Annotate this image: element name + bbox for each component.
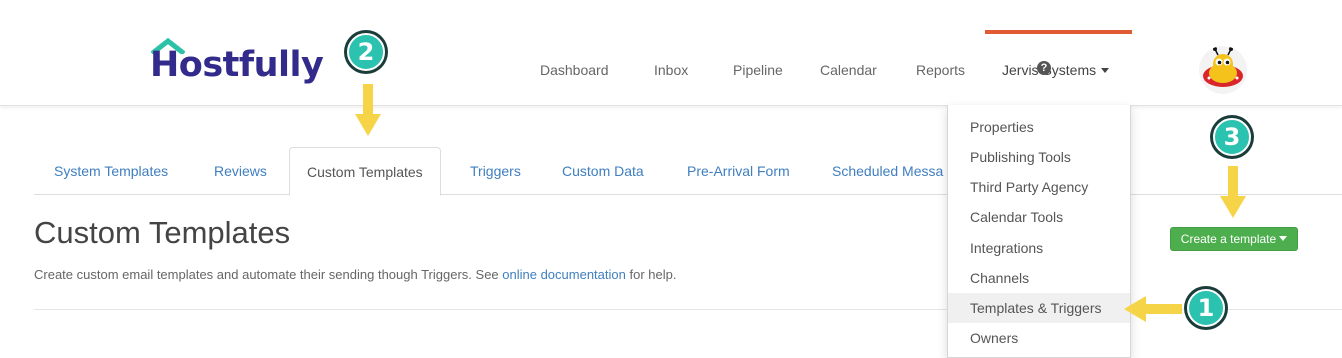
bee-avatar-icon: [1203, 47, 1243, 87]
menu-item-owners[interactable]: Owners: [948, 323, 1130, 353]
menu-item-publishing-tools[interactable]: Publishing Tools: [948, 142, 1130, 172]
nav-active-indicator: [985, 30, 1132, 34]
top-header: Hostfully Dashboard Inbox Pipeline Calen…: [0, 0, 1342, 106]
tab-reviews[interactable]: Reviews: [214, 147, 267, 195]
tab-system-templates[interactable]: System Templates: [54, 147, 168, 195]
account-dropdown-menu: Properties Publishing Tools Third Party …: [947, 105, 1131, 358]
nav-account-menu[interactable]: Jervis Systems: [1002, 60, 1110, 80]
create-template-label: Create a template: [1180, 232, 1277, 246]
menu-item-integrations[interactable]: Integrations: [948, 233, 1130, 263]
menu-item-calendar-tools[interactable]: Calendar Tools: [948, 202, 1130, 232]
chevron-down-icon: [1279, 236, 1288, 242]
step-number: 3: [1213, 118, 1251, 156]
menu-item-templates-triggers[interactable]: Templates & Triggers: [948, 293, 1130, 323]
nav-reports[interactable]: Reports: [916, 60, 965, 80]
menu-item-properties[interactable]: Properties: [948, 112, 1130, 142]
menu-item-third-party-agency[interactable]: Third Party Agency: [948, 172, 1130, 202]
step-badge-2: 2: [344, 30, 388, 74]
description-text: Create custom email templates and automa…: [34, 267, 503, 282]
step-badge-1: 1: [1184, 286, 1228, 330]
tab-custom-data[interactable]: Custom Data: [562, 147, 644, 195]
nav-calendar[interactable]: Calendar: [820, 60, 877, 80]
chevron-down-icon: [1101, 67, 1110, 73]
create-template-button[interactable]: Create a template: [1170, 227, 1298, 251]
nav-inbox[interactable]: Inbox: [654, 60, 688, 80]
description-text-end: for help.: [625, 267, 677, 282]
arrow-down-icon: [355, 84, 381, 136]
page-description: Create custom email templates and automa…: [34, 266, 676, 284]
template-tabs: System Templates Reviews Custom Template…: [34, 147, 1342, 196]
brand-logo[interactable]: Hostfully: [150, 44, 324, 86]
avatar[interactable]: [1199, 46, 1247, 94]
page-title: Custom Templates: [34, 215, 291, 250]
tab-triggers[interactable]: Triggers: [470, 147, 521, 195]
arrow-down-icon: [1220, 166, 1246, 218]
step-badge-3: 3: [1210, 115, 1254, 159]
nav-dashboard[interactable]: Dashboard: [540, 60, 609, 80]
question-circle-icon[interactable]: ?: [1037, 61, 1051, 75]
arrow-left-icon: [1124, 296, 1182, 322]
nav-pipeline[interactable]: Pipeline: [733, 60, 783, 80]
menu-item-channels[interactable]: Channels: [948, 263, 1130, 293]
tab-scheduled-messages[interactable]: Scheduled Messa: [832, 147, 943, 195]
step-number: 1: [1187, 289, 1225, 327]
tab-pre-arrival-form[interactable]: Pre-Arrival Form: [687, 147, 790, 195]
online-documentation-link[interactable]: online documentation: [502, 267, 626, 282]
tab-custom-templates[interactable]: Custom Templates: [289, 147, 441, 196]
step-number: 2: [347, 33, 385, 71]
